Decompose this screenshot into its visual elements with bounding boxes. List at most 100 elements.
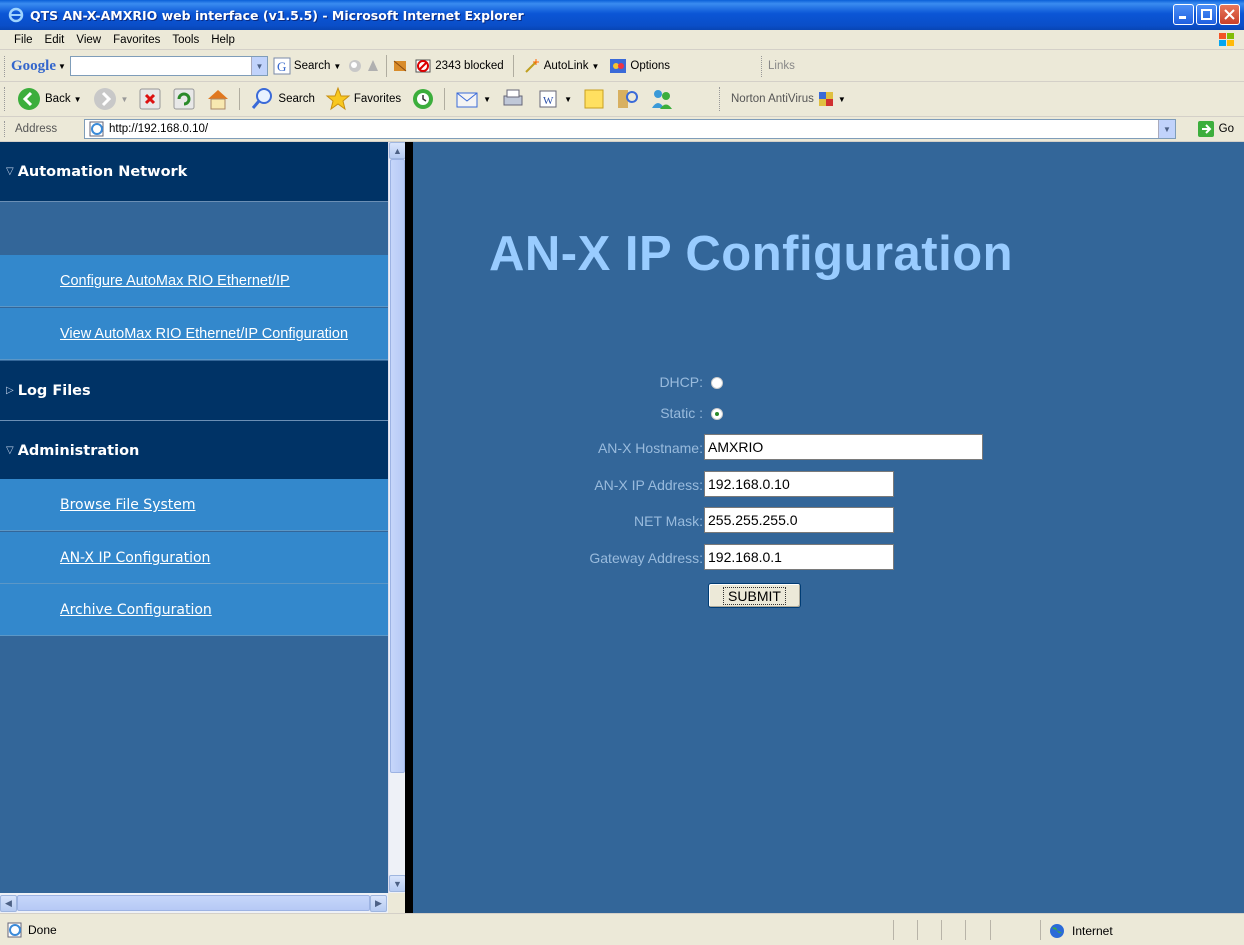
home-icon[interactable] [205,86,231,112]
scroll-right-icon[interactable]: ▶ [370,895,387,912]
nav-section-automation-network[interactable]: ▽ Automation Network [0,142,388,202]
menu-edit[interactable]: Edit [45,34,65,46]
favorites-button[interactable]: Favorites [325,86,401,112]
google-menu-arrow-icon[interactable]: ▼ [58,62,66,71]
nav-horizontal-scrollbar[interactable]: ◀ ▶ [0,893,388,913]
standard-toolbar: Back ▼ ▼ Search Favorites ▼ W ▼ Norton A… [0,82,1244,117]
nav-vertical-scrollbar[interactable]: ▲ ▼ [388,142,406,893]
scroll-corner [388,893,405,913]
google-logo[interactable]: Google [11,58,56,75]
address-input[interactable]: http://192.168.0.10/ ▼ [84,119,1176,139]
nav-link-archive-configuration[interactable]: Archive Configuration [60,602,212,618]
chevron-down-icon[interactable]: ▼ [250,57,267,75]
print-icon[interactable] [500,86,526,112]
messenger-icon[interactable] [649,86,675,112]
word-edit-icon: W [539,90,557,108]
ip-address-input[interactable] [704,471,894,497]
norton-antivirus-button[interactable]: Norton AntiVirus ▼ [731,90,846,108]
google-toolbar: Google ▼ ▼ G Search ▼ 2343 blocked AutoL… [0,51,1244,82]
nav-link-browse-file-system[interactable]: Browse File System [60,497,196,513]
scroll-up-icon[interactable]: ▲ [389,142,406,159]
options-button[interactable]: Options [609,57,670,75]
internet-globe-icon [1050,924,1064,938]
mail-icon [456,92,478,108]
frame-divider[interactable] [405,142,413,913]
nav-item-configure-automax: Configure AutoMax RIO Ethernet/IP [0,255,388,307]
menu-favorites[interactable]: Favorites [113,34,160,46]
menu-tools[interactable]: Tools [172,34,199,46]
scroll-down-icon[interactable]: ▼ [389,875,406,892]
news-icon[interactable] [346,57,364,75]
gateway-input[interactable] [704,544,894,570]
google-g-icon: G [273,57,291,75]
go-button[interactable]: Go [1197,120,1234,138]
close-icon [1224,9,1235,20]
menu-bar: File Edit View Favorites Tools Help [0,30,1244,50]
address-url: http://192.168.0.10/ [109,123,209,135]
dhcp-label: DHCP: [659,374,703,390]
submit-button[interactable]: SUBMIT [708,583,801,608]
nav-link-configure-automax[interactable]: Configure AutoMax RIO Ethernet/IP [60,273,290,289]
zone-label: Internet [1072,924,1113,938]
ip-address-label: AN-X IP Address: [594,477,703,493]
menu-help[interactable]: Help [211,34,235,46]
navigation-frame: ▽ Automation Network Configure AutoMax R… [0,142,388,893]
maximize-button[interactable] [1196,4,1217,25]
back-button[interactable]: Back ▼ [16,86,82,112]
page-title: AN-X IP Configuration [489,227,1014,281]
status-text: Done [28,922,57,937]
edit-word-button[interactable]: W ▼ [535,86,572,112]
go-arrow-icon [1197,121,1214,137]
nav-section-administration[interactable]: ▽ Administration [0,421,388,481]
scroll-thumb[interactable] [390,159,405,773]
minimize-button[interactable] [1173,4,1194,25]
research-icon[interactable] [615,86,641,112]
notes-icon[interactable] [581,86,607,112]
autolink-button[interactable]: AutoLink ▼ [523,57,599,75]
net-mask-label: NET Mask: [634,513,703,529]
menu-view[interactable]: View [76,34,101,46]
close-button[interactable] [1219,4,1240,25]
refresh-icon[interactable] [171,86,197,112]
nav-section-label: Log Files [17,382,91,399]
forward-button[interactable]: ▼ [92,86,128,112]
google-search-button[interactable]: G Search ▼ [273,57,341,75]
search-button[interactable]: Search [249,86,315,112]
static-radio[interactable] [711,408,723,420]
autolink-wand-icon [524,59,539,73]
options-icon [610,59,627,73]
history-icon[interactable] [410,86,436,112]
nav-section-log-files[interactable]: ▷ Log Files [0,361,388,421]
links-label[interactable]: Links [768,60,795,72]
main-frame: AN-X IP Configuration DHCP: Static : AN-… [413,142,1244,913]
address-bar: Address http://192.168.0.10/ ▼ Go [0,117,1244,142]
pagerank-icon[interactable] [364,57,382,75]
svg-text:G: G [277,59,286,74]
net-mask-input[interactable] [704,507,894,533]
hostname-input[interactable] [704,434,983,460]
dhcp-radio[interactable] [711,377,723,389]
svg-text:W: W [543,95,554,107]
status-bar: Done Internet [0,913,1244,945]
minimize-icon [1179,16,1186,19]
google-search-input[interactable]: ▼ [69,56,268,76]
expanded-triangle-icon: ▽ [6,445,14,456]
menu-file[interactable]: File [14,34,33,46]
nav-link-anx-ip-configuration[interactable]: AN-X IP Configuration [60,550,210,566]
address-label: Address [15,123,58,135]
favorites-star-icon [325,86,351,111]
stop-icon[interactable] [137,86,163,112]
spellcheck-icon[interactable] [391,57,409,75]
expanded-triangle-icon: ▽ [6,166,14,177]
nav-link-view-automax[interactable]: View AutoMax RIO Ethernet/IP Configurati… [60,326,348,342]
page-done-icon [7,922,22,937]
scroll-left-icon[interactable]: ◀ [0,895,17,912]
windows-flag-icon [1219,33,1234,46]
mail-button[interactable]: ▼ [454,86,491,112]
address-dropdown-icon[interactable]: ▼ [1158,120,1175,138]
popup-blocker[interactable]: 2343 blocked [414,57,504,75]
horizontal-scroll-thumb[interactable] [17,895,370,911]
options-label: Options [630,60,671,72]
norton-shield-icon [818,92,833,106]
norton-label: Norton AntiVirus [731,93,814,105]
